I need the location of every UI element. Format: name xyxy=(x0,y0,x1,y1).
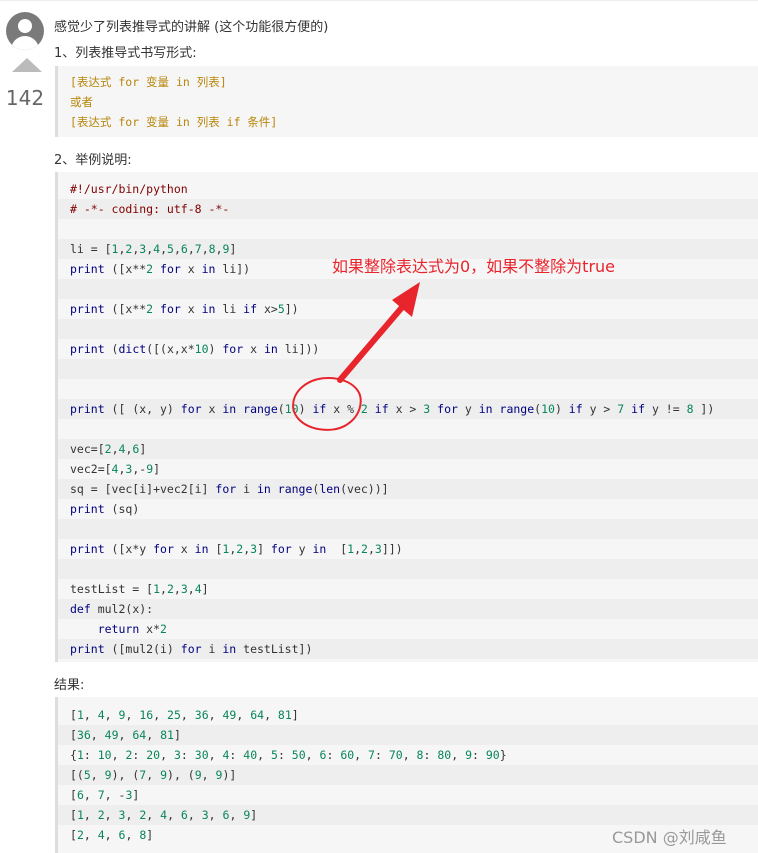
watermark: CSDN @刘咸鱼 xyxy=(612,828,727,847)
annotation-arrow-icon xyxy=(337,282,420,383)
